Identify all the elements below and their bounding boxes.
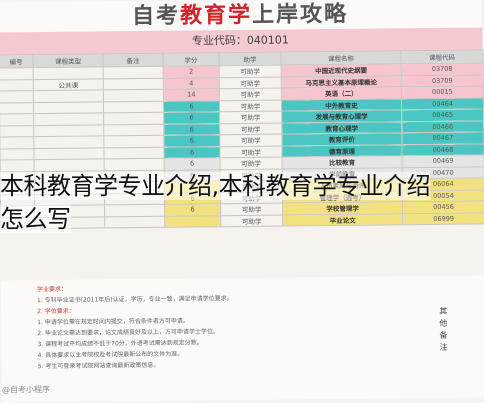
table-cell: 03709: [401, 74, 484, 87]
table-cell: [103, 135, 164, 148]
table-cell: 可助学: [219, 111, 282, 124]
col-header: 助学: [218, 52, 282, 66]
col-header: 编号: [0, 54, 34, 69]
table-cell: [103, 100, 164, 113]
table-cell: [0, 102, 34, 115]
table-cell: [33, 124, 104, 137]
table-cell: 00466: [401, 120, 484, 133]
table-cell: 14: [163, 88, 220, 101]
table-cell: [103, 112, 164, 125]
table-cell: 6: [163, 111, 220, 124]
table-cell: 00469: [402, 154, 484, 168]
table-cell: [0, 79, 34, 92]
table-cell: 6: [163, 146, 221, 159]
title-highlight: 教育学: [179, 2, 253, 29]
table-cell: 2: [163, 65, 220, 78]
table-cell: [103, 77, 164, 90]
title-suffix: 上岸攻略: [251, 1, 349, 28]
table-cell: 00467: [401, 131, 484, 145]
table-cell: 4: [163, 77, 220, 90]
table-cell: [33, 101, 104, 114]
table-cell: 00464: [401, 97, 484, 110]
table-cell: [33, 147, 105, 160]
col-header: 备注: [102, 53, 164, 67]
table-cell: [103, 66, 164, 79]
col-header: 课程代码: [400, 49, 484, 64]
table-cell: [33, 135, 104, 149]
table-cell: 可助学: [219, 122, 282, 135]
col-header: 学分: [162, 52, 220, 67]
table-cell: 可助学: [219, 134, 282, 147]
col-header: 课程名称: [280, 50, 402, 66]
table-cell: 00015: [401, 85, 484, 99]
table-cell: [0, 148, 35, 161]
table-cell: [0, 67, 34, 80]
col-header: 课程类型: [32, 53, 104, 68]
table-cell: 6: [163, 100, 220, 113]
table-cell: 可助学: [219, 145, 283, 158]
table-cell: [0, 136, 34, 149]
table-cell: [0, 125, 34, 138]
table-cell: [103, 89, 164, 102]
notes-body: 学业要求： 1. 专科毕业证书(2011年后)认证，学历，专业一致，满足申请学位要…: [37, 280, 430, 372]
table-cell: 可助学: [219, 65, 282, 78]
overlay-line-2: 怎么写: [0, 205, 71, 233]
table-cell: [33, 66, 104, 80]
table-cell: 公共课: [33, 78, 104, 91]
title-prefix: 自考: [131, 3, 181, 30]
table-cell: 可助学: [219, 76, 282, 89]
table-cell: 6: [163, 123, 220, 136]
table-cell: 00468: [401, 143, 484, 156]
table-cell: [103, 146, 165, 159]
table-cell: 6: [163, 134, 220, 147]
table-cell: 6: [164, 157, 221, 170]
table-cell: 可助学: [219, 88, 282, 101]
table-cell: 00465: [401, 108, 484, 122]
table-cell: 可助学: [219, 99, 282, 112]
table-cell: [103, 123, 164, 136]
table-cell: [33, 89, 104, 103]
table-cell: [0, 113, 34, 126]
table-cell: [33, 112, 104, 126]
table-cell: [104, 158, 165, 171]
table-cell: 可助学: [220, 157, 283, 170]
notes-section: 学业要求： 1. 专科毕业证书(2011年后)认证，学历，专业一致，满足申请学位要…: [0, 275, 484, 403]
side-note: 其他备注: [439, 306, 448, 352]
overlay-line-1: 本科教育学专业介绍,本科教育学专业介绍: [0, 172, 431, 200]
table-cell: [0, 90, 34, 103]
overlay-caption: 本科教育学专业介绍,本科教育学专业介绍 怎么写: [0, 170, 484, 236]
table-cell: 03708: [401, 62, 484, 76]
watermark: @自考小程序: [1, 385, 51, 395]
